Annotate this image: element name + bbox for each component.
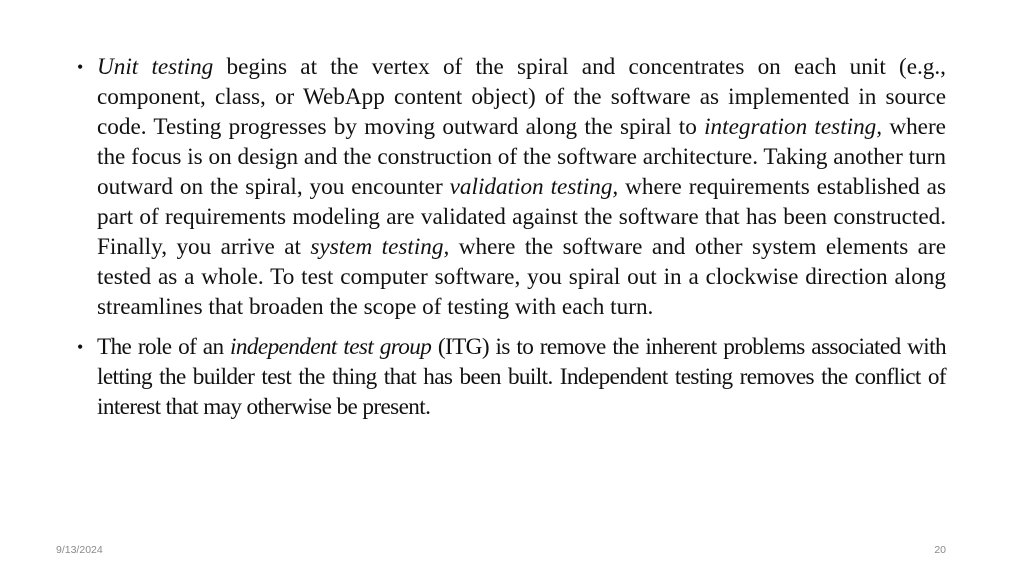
term-validation-testing: validation testing, (449, 174, 619, 200)
term-independent-test-group: independent test group (230, 334, 432, 360)
footer-date: 9/13/2024 (56, 544, 103, 556)
term-unit-testing: Unit testing (97, 54, 214, 80)
term-system-testing: system testing, (310, 234, 450, 260)
bullet-independent-test-group: • The role of an independent test group … (75, 332, 947, 422)
bullet-text: Unit testing begins at the vertex of the… (97, 54, 946, 320)
bullet-icon: • (77, 337, 83, 357)
bullet-unit-testing: • Unit testing begins at the vertex of t… (75, 52, 946, 322)
slide-number: 20 (934, 544, 946, 556)
bullet-icon: • (77, 57, 84, 77)
slide-body: • Unit testing begins at the vertex of t… (75, 52, 947, 432)
text-segment: The role of an (97, 334, 231, 360)
bullet-text: The role of an independent test group (I… (97, 334, 947, 420)
term-integration-testing: integration testing, (704, 114, 883, 140)
